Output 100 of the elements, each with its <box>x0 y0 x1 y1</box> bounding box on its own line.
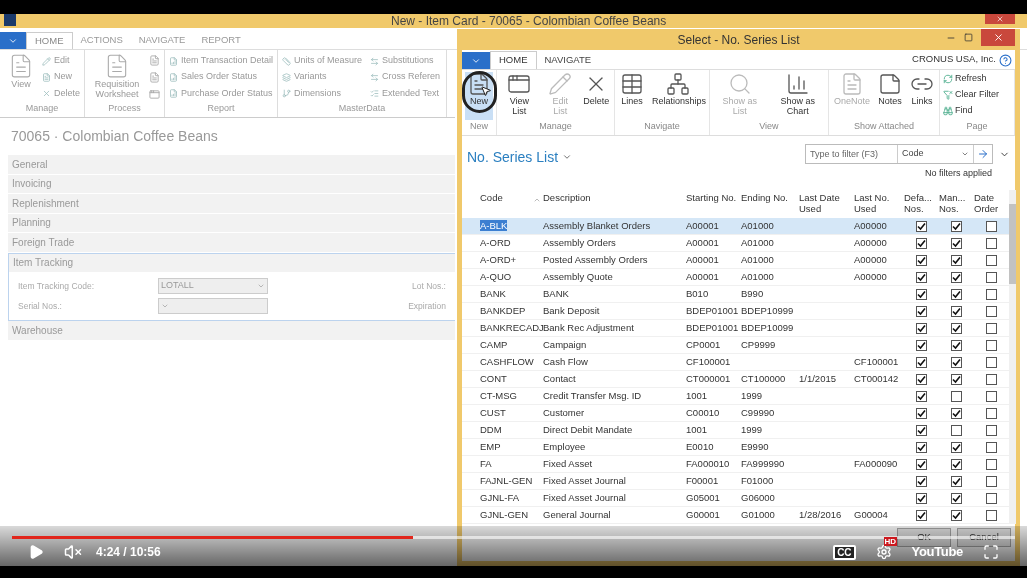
checkbox[interactable] <box>951 390 962 402</box>
ribbon-small-button[interactable]: Find <box>943 104 1011 118</box>
checkbox[interactable] <box>951 356 962 368</box>
table-row[interactable]: BANKRECADJBank Rec Adjustment BDEP01001 BDEP10099 <box>462 320 1009 337</box>
checkbox[interactable] <box>916 492 927 504</box>
filter-box[interactable]: Type to filter (F3) Code <box>805 144 993 164</box>
play-icon[interactable] <box>28 544 44 560</box>
ribbon-small-button[interactable]: Refresh <box>943 72 1011 86</box>
checkbox[interactable] <box>916 356 927 368</box>
checkbox[interactable] <box>916 220 927 232</box>
table-row[interactable]: FA Fixed Asset FA000010 FA999990 FA000090 <box>462 456 1009 473</box>
checkbox[interactable] <box>916 390 927 402</box>
checkbox[interactable] <box>986 509 997 521</box>
checkbox[interactable] <box>916 254 927 266</box>
column-header[interactable]: Man... Nos. <box>939 192 974 214</box>
checkbox[interactable] <box>986 220 997 232</box>
table-row[interactable]: CONT Contact CT000001 CT100000 1/1/2015 CT000142 <box>462 371 1009 388</box>
checkbox[interactable] <box>986 475 997 487</box>
ribbon-button[interactable]: Lines <box>617 72 646 120</box>
table-row[interactable]: A-ORD+ Posted Assembly Orders A00001 A01000 A00000 <box>462 252 1009 269</box>
table-row[interactable]: A-BLK Assembly Blanket Orders A00001 A01000 A00000 <box>462 218 1009 235</box>
checkbox[interactable] <box>986 305 997 317</box>
checkbox[interactable] <box>916 305 927 317</box>
table-row[interactable]: EMP Employee E0010 E9990 <box>462 439 1009 456</box>
checkbox[interactable] <box>916 339 927 351</box>
column-header[interactable]: Ending No. <box>741 192 799 203</box>
checkbox[interactable] <box>951 339 962 351</box>
checkbox[interactable] <box>986 237 997 249</box>
checkbox[interactable] <box>916 288 927 300</box>
checkbox[interactable] <box>951 509 962 521</box>
ribbon-tab[interactable]: HOME <box>490 51 537 69</box>
help-icon[interactable] <box>999 54 1012 67</box>
checkbox[interactable] <box>986 424 997 436</box>
checkbox[interactable] <box>951 424 962 436</box>
checkbox[interactable] <box>951 458 962 470</box>
dialog-button[interactable]: Cancel <box>957 528 1011 547</box>
checkbox[interactable] <box>951 254 962 266</box>
ribbon-tab[interactable]: HOME <box>26 32 73 49</box>
table-row[interactable]: BANKDEP Bank Deposit BDEP01001 BDEP10999 <box>462 303 1009 320</box>
checkbox[interactable] <box>951 220 962 232</box>
ribbon-button[interactable]: Relationships <box>649 72 706 120</box>
checkbox[interactable] <box>916 271 927 283</box>
checkbox[interactable] <box>951 441 962 453</box>
checkbox[interactable] <box>916 322 927 334</box>
table-row[interactable]: GJNL-FA Fixed Asset Journal G05001 G06000 <box>462 490 1009 507</box>
dialog-button[interactable]: OK <box>897 528 951 547</box>
checkbox[interactable] <box>986 288 997 300</box>
checkbox[interactable] <box>986 254 997 266</box>
ribbon-small-button[interactable]: Clear Filter <box>943 88 1011 102</box>
checkbox[interactable] <box>951 271 962 283</box>
checkbox[interactable] <box>951 322 962 334</box>
checkbox[interactable] <box>951 373 962 385</box>
checkbox[interactable] <box>951 492 962 504</box>
ribbon-button[interactable]: Notes <box>876 72 904 120</box>
column-header[interactable]: Last No. Used <box>854 192 904 214</box>
checkbox[interactable] <box>951 407 962 419</box>
checkbox[interactable] <box>951 237 962 249</box>
ribbon-button[interactable]: Delete <box>581 72 611 120</box>
table-row[interactable]: DDM Direct Debit Mandate 1001 1999 <box>462 422 1009 439</box>
checkbox[interactable] <box>916 441 927 453</box>
checkbox[interactable] <box>986 271 997 283</box>
checkbox[interactable] <box>951 288 962 300</box>
column-header[interactable]: Description <box>543 192 686 203</box>
checkbox[interactable] <box>951 475 962 487</box>
filter-input[interactable]: Type to filter (F3) <box>806 145 898 163</box>
ribbon-button[interactable]: View List <box>500 72 539 120</box>
table-row[interactable]: A-QUO Assembly Quote A00001 A01000 A00000 <box>462 269 1009 286</box>
checkbox[interactable] <box>916 237 927 249</box>
maximize-icon[interactable] <box>964 33 973 42</box>
column-header[interactable]: Starting No. <box>686 192 741 203</box>
checkbox[interactable] <box>986 356 997 368</box>
checkbox[interactable] <box>986 458 997 470</box>
checkbox[interactable] <box>986 322 997 334</box>
checkbox[interactable] <box>916 424 927 436</box>
checkbox[interactable] <box>916 458 927 470</box>
mute-icon[interactable] <box>64 543 82 561</box>
checkbox[interactable] <box>951 305 962 317</box>
checkbox[interactable] <box>916 475 927 487</box>
settings-icon[interactable] <box>875 544 892 560</box>
table-row[interactable]: CT-MSG Credit Transfer Msg. ID 1001 1999 <box>462 388 1009 405</box>
checkbox[interactable] <box>986 390 997 402</box>
dropdown-field[interactable] <box>158 298 268 314</box>
table-row[interactable]: GJNL-GEN General Journal G00001 G01000 1/28/2016 G00004 <box>462 507 1009 524</box>
table-row[interactable]: CAMP Campaign CP0001 CP9999 <box>462 337 1009 354</box>
ribbon-button[interactable]: Links <box>908 72 936 120</box>
caret-icon[interactable] <box>562 152 573 162</box>
scrollbar[interactable] <box>1009 190 1016 524</box>
close-button[interactable] <box>985 14 1015 24</box>
checkbox[interactable] <box>986 339 997 351</box>
column-header[interactable]: Defa... Nos. <box>904 192 939 214</box>
table-row[interactable]: CUST Customer C00010 C99990 <box>462 405 1009 422</box>
column-header[interactable]: Code <box>480 192 543 204</box>
checkbox[interactable] <box>916 407 927 419</box>
table-row[interactable]: A-ORD Assembly Orders A00001 A01000 A00000 <box>462 235 1009 252</box>
fullscreen-icon[interactable] <box>983 544 999 560</box>
column-header[interactable]: Date Order <box>974 192 1009 214</box>
checkbox[interactable] <box>916 509 927 521</box>
ribbon-button[interactable]: Show as Chart <box>770 72 825 120</box>
filter-field-dropdown[interactable]: Code <box>898 145 974 163</box>
table-row[interactable]: CASHFLOW Cash Flow CF100001 CF100001 <box>462 354 1009 371</box>
